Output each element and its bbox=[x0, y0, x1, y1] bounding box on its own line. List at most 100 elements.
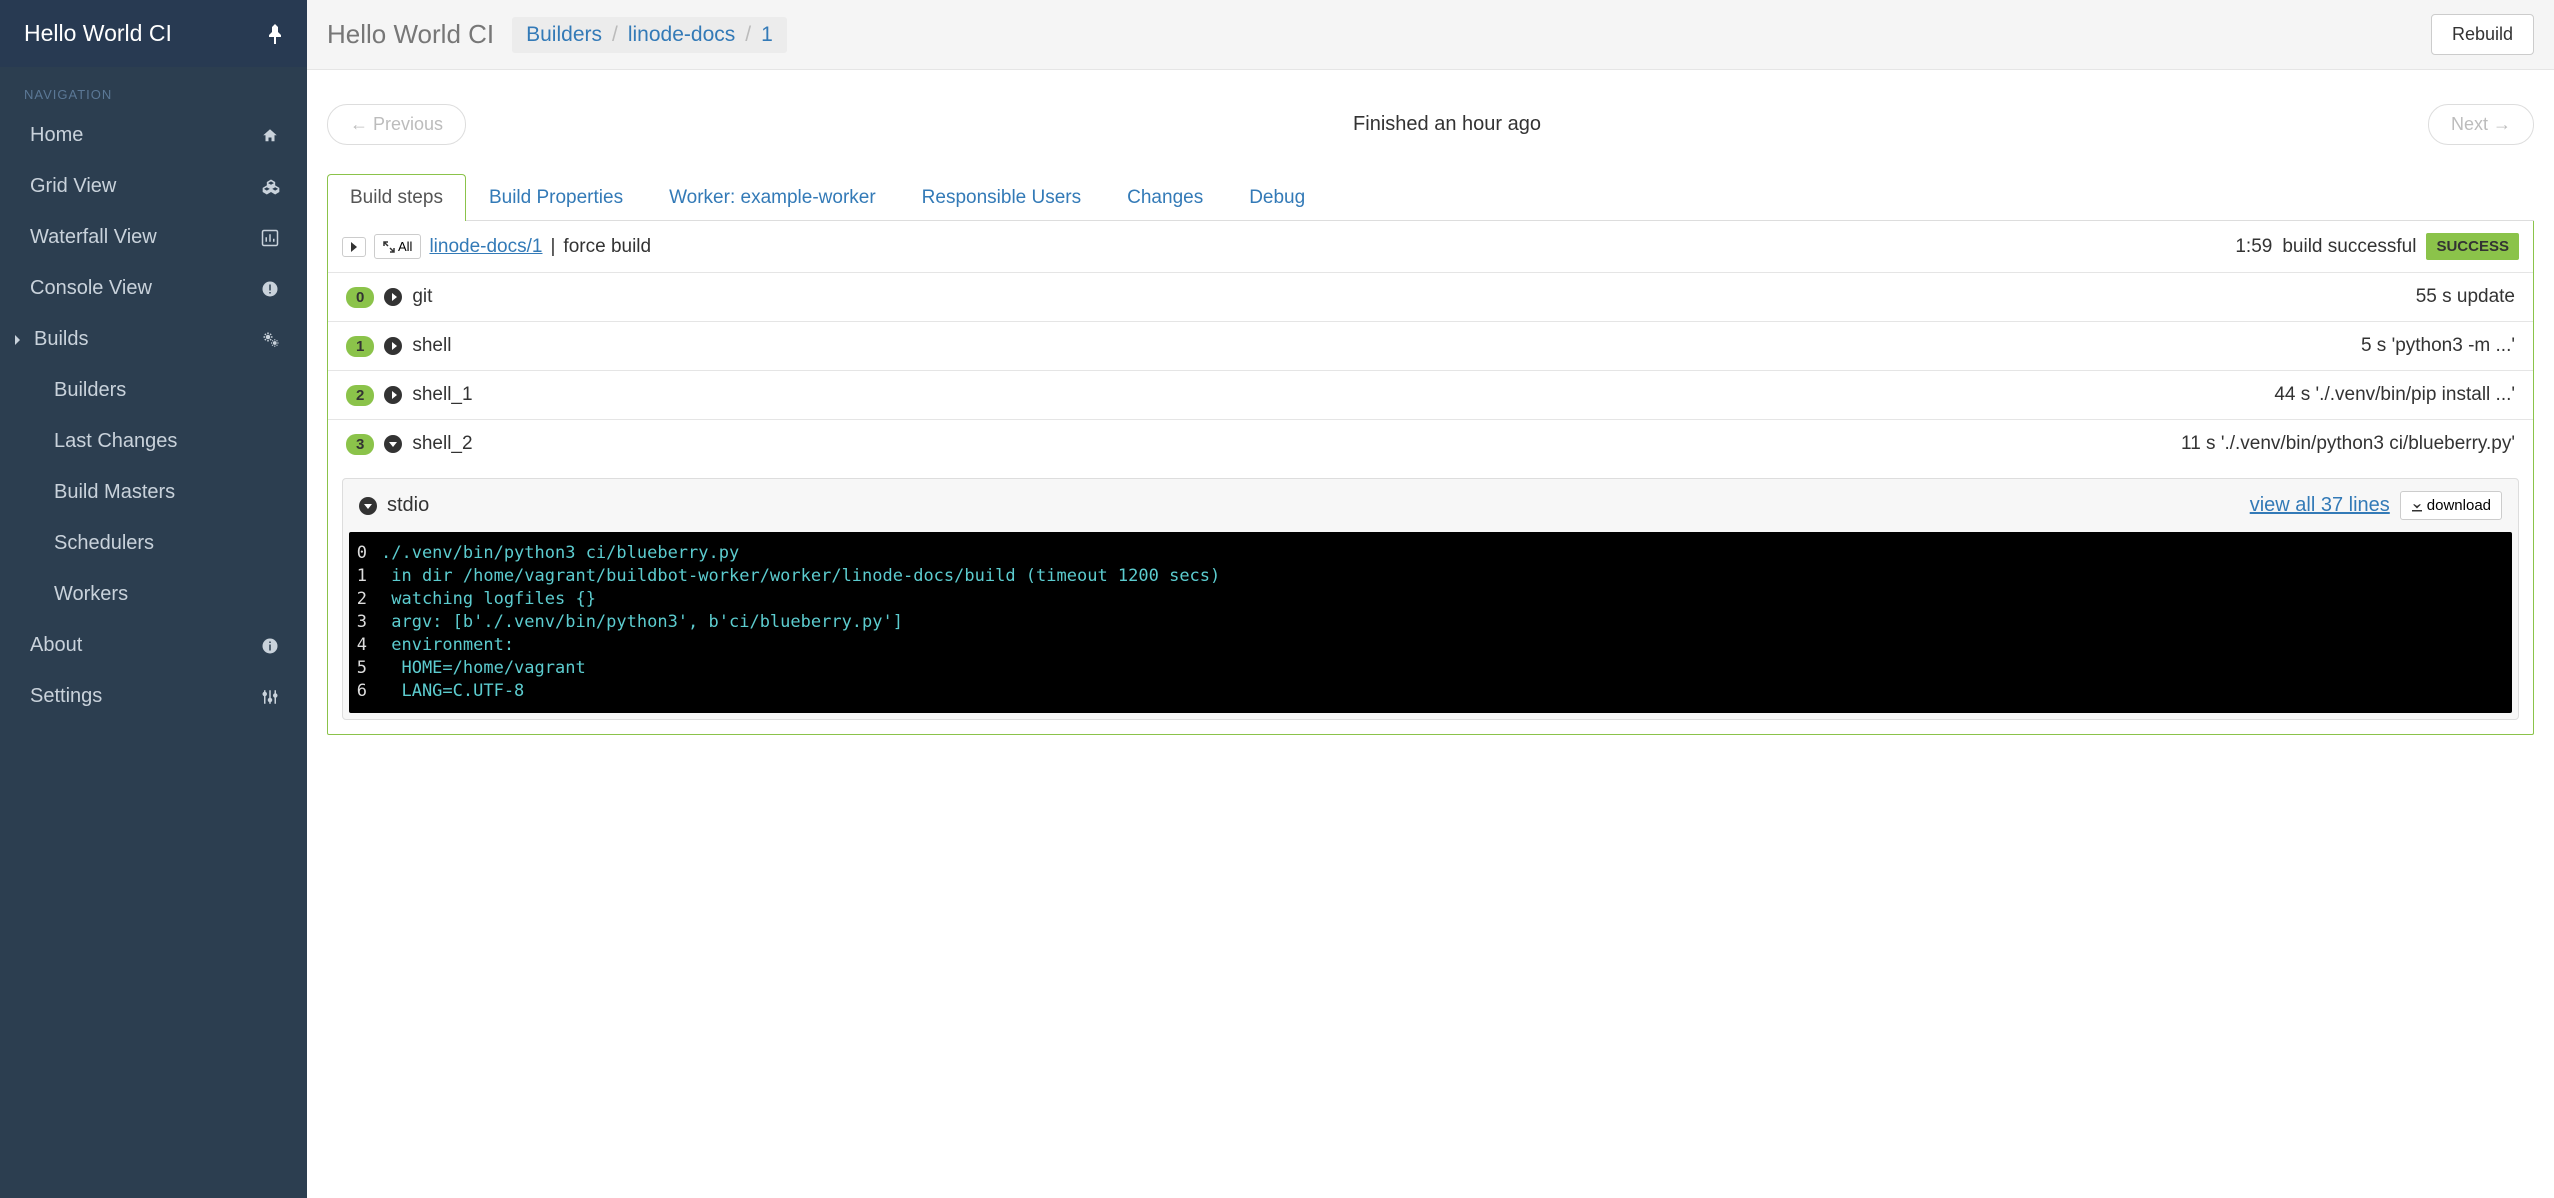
tabs: Build steps Build Properties Worker: exa… bbox=[327, 173, 2534, 221]
nav-label: Builders bbox=[54, 379, 126, 402]
nav-label: Builds bbox=[34, 328, 88, 351]
build-panel: All linode-docs/1 | force build 1:59 bui… bbox=[327, 221, 2534, 735]
home-icon bbox=[261, 127, 283, 145]
nav-label: Grid View bbox=[30, 175, 116, 198]
nav-label: Waterfall View bbox=[30, 226, 157, 249]
nav-label: Schedulers bbox=[54, 532, 154, 555]
chevron-down-icon bbox=[384, 435, 402, 453]
topbar: Hello World CI Builders / linode-docs / … bbox=[307, 0, 2554, 70]
nav-workers[interactable]: Workers bbox=[0, 569, 307, 620]
log-line: 2 watching logfiles {} bbox=[353, 588, 2508, 611]
build-reason: force build bbox=[563, 236, 651, 258]
step-number: 1 bbox=[346, 336, 374, 357]
log-line: 5 HOME=/home/vagrant bbox=[353, 657, 2508, 680]
tab-build-properties[interactable]: Build Properties bbox=[466, 174, 646, 221]
tab-debug[interactable]: Debug bbox=[1226, 174, 1328, 221]
pin-icon[interactable] bbox=[267, 24, 283, 44]
chevron-right-icon bbox=[384, 386, 402, 404]
step-name: shell_1 bbox=[412, 384, 472, 406]
log-line: 0./.venv/bin/python3 ci/blueberry.py bbox=[353, 542, 2508, 565]
previous-build-button[interactable]: ← Previous bbox=[327, 104, 466, 145]
step-number: 0 bbox=[346, 287, 374, 308]
success-badge: SUCCESS bbox=[2426, 233, 2519, 260]
barchart-icon bbox=[261, 229, 283, 247]
download-button[interactable]: download bbox=[2400, 491, 2502, 520]
chevron-down-icon[interactable] bbox=[359, 497, 377, 515]
nav-builds[interactable]: Builds bbox=[0, 314, 307, 365]
view-all-lines-link[interactable]: view all 37 lines bbox=[2250, 494, 2390, 517]
nav-section-label: NAVIGATION bbox=[0, 67, 307, 110]
info-icon bbox=[261, 637, 283, 655]
step-row[interactable]: 2 shell_1 44 s './.venv/bin/pip install … bbox=[328, 371, 2533, 420]
step-number: 3 bbox=[346, 434, 374, 455]
breadcrumb: Builders / linode-docs / 1 bbox=[512, 17, 787, 53]
step-meta: 55 s update bbox=[2416, 286, 2515, 308]
nav-settings[interactable]: Settings bbox=[0, 671, 307, 722]
log-panel: stdio view all 37 lines download 0./.ven… bbox=[342, 478, 2519, 720]
chevron-right-icon bbox=[384, 288, 402, 306]
step-meta: 11 s './.venv/bin/python3 ci/blueberry.p… bbox=[2181, 433, 2515, 455]
build-status-text: Finished an hour ago bbox=[1353, 113, 1541, 136]
nav-console-view[interactable]: Console View bbox=[0, 263, 307, 314]
log-line: 6 LANG=C.UTF-8 bbox=[353, 680, 2508, 703]
step-meta: 5 s 'python3 -m ...' bbox=[2361, 335, 2515, 357]
nav-label: Settings bbox=[30, 685, 102, 708]
rebuild-button[interactable]: Rebuild bbox=[2431, 14, 2534, 55]
download-label: download bbox=[2427, 497, 2491, 514]
app-title: Hello World CI bbox=[327, 19, 494, 50]
chevron-right-icon bbox=[384, 337, 402, 355]
nav-label: Last Changes bbox=[54, 430, 177, 453]
nav-label: Build Masters bbox=[54, 481, 175, 504]
sidebar-header: Hello World CI bbox=[0, 0, 307, 67]
nav-last-changes[interactable]: Last Changes bbox=[0, 416, 307, 467]
expand-all-label: All bbox=[398, 239, 412, 254]
step-row[interactable]: 1 shell 5 s 'python3 -m ...' bbox=[328, 322, 2533, 371]
log-line: 4 environment: bbox=[353, 634, 2508, 657]
step-row[interactable]: 0 git 55 s update bbox=[328, 273, 2533, 322]
crumb-builders[interactable]: Builders bbox=[526, 23, 602, 47]
crumb-build-num[interactable]: 1 bbox=[761, 23, 773, 47]
nav-label: About bbox=[30, 634, 82, 657]
step-name: shell_2 bbox=[412, 433, 472, 455]
log-name: stdio bbox=[387, 494, 429, 517]
expand-all-button[interactable]: All bbox=[374, 234, 421, 259]
step-row[interactable]: 3 shell_2 11 s './.venv/bin/python3 ci/b… bbox=[328, 420, 2533, 468]
tab-responsible-users[interactable]: Responsible Users bbox=[899, 174, 1104, 221]
nav-about[interactable]: About bbox=[0, 620, 307, 671]
breadcrumb-sep: / bbox=[745, 23, 751, 47]
nav-home[interactable]: Home bbox=[0, 110, 307, 161]
build-result-text: build successful bbox=[2282, 236, 2416, 258]
next-build-button[interactable]: Next → bbox=[2428, 104, 2534, 145]
nav-build-masters[interactable]: Build Masters bbox=[0, 467, 307, 518]
nav-label: Console View bbox=[30, 277, 152, 300]
step-name: shell bbox=[412, 335, 451, 357]
nav-grid-view[interactable]: Grid View bbox=[0, 161, 307, 212]
chevron-right-icon bbox=[351, 242, 357, 252]
tab-build-steps[interactable]: Build steps bbox=[327, 174, 466, 221]
crumb-builder-name[interactable]: linode-docs bbox=[628, 23, 735, 47]
step-name: git bbox=[412, 286, 432, 308]
download-icon bbox=[2411, 500, 2423, 512]
log-line: 3 argv: [b'./.venv/bin/python3', b'ci/bl… bbox=[353, 611, 2508, 634]
terminal[interactable]: 0./.venv/bin/python3 ci/blueberry.py 1 i… bbox=[349, 532, 2512, 713]
nav-schedulers[interactable]: Schedulers bbox=[0, 518, 307, 569]
step-number: 2 bbox=[346, 385, 374, 406]
alert-icon bbox=[261, 280, 283, 298]
sliders-icon bbox=[261, 688, 283, 706]
nav-builders[interactable]: Builders bbox=[0, 365, 307, 416]
nav-label: Home bbox=[30, 124, 83, 147]
sidebar-title: Hello World CI bbox=[24, 20, 172, 47]
nav-label: Workers bbox=[54, 583, 128, 606]
build-reason-sep: | bbox=[550, 236, 555, 258]
nav-waterfall-view[interactable]: Waterfall View bbox=[0, 212, 307, 263]
breadcrumb-sep: / bbox=[612, 23, 618, 47]
main: Hello World CI Builders / linode-docs / … bbox=[307, 0, 2554, 1198]
tab-worker[interactable]: Worker: example-worker bbox=[646, 174, 899, 221]
tab-changes[interactable]: Changes bbox=[1104, 174, 1226, 221]
build-link[interactable]: linode-docs/1 bbox=[429, 236, 542, 258]
expand-toggle-button[interactable] bbox=[342, 237, 366, 257]
chevron-right-icon bbox=[14, 334, 22, 346]
build-header: All linode-docs/1 | force build 1:59 bui… bbox=[328, 221, 2533, 273]
build-nav: ← Previous Finished an hour ago Next → bbox=[327, 70, 2534, 173]
gears-icon bbox=[261, 331, 283, 349]
